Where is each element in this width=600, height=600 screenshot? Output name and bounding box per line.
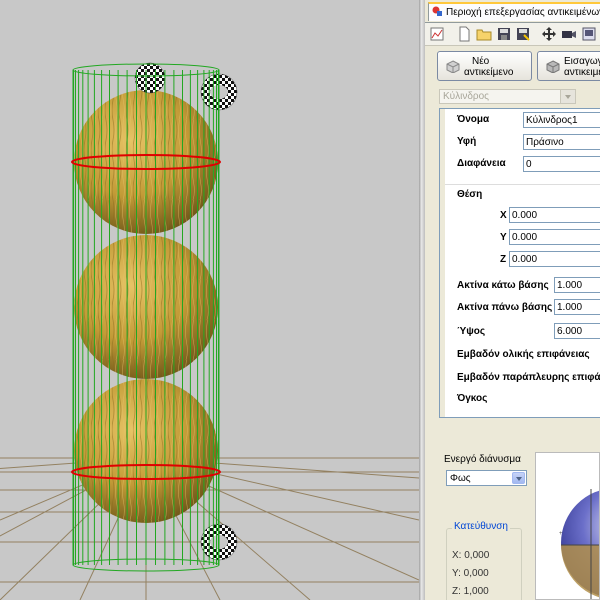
move-icon[interactable] — [541, 26, 557, 42]
transparency-label: Διαφάνεια — [457, 158, 506, 169]
active-vector-select[interactable]: Φως — [446, 470, 527, 486]
height-label: Ύψος — [457, 326, 486, 337]
svg-text:+: + — [559, 531, 563, 537]
new-object-label: Νέο αντικείμενο — [464, 56, 513, 78]
tab-title: Περιοχή επεξεργασίας αντικειμένων — [446, 7, 600, 18]
transparency-field[interactable]: 0 — [523, 156, 600, 172]
total-area-label: Εμβαδόν ολικής επιφάνειας — [457, 349, 590, 360]
bottom-radius-label: Ακτίνα κάτω βάσης — [457, 280, 549, 291]
cube-icon — [446, 60, 460, 73]
top-radius-label: Ακτίνα πάνω βάσης — [457, 302, 553, 313]
save-icon[interactable] — [496, 26, 512, 42]
toolbar — [425, 23, 600, 46]
direction-z: Z: 1,000 — [452, 586, 489, 597]
cube-import-icon — [546, 60, 560, 73]
texture-label: Υφή — [457, 136, 477, 147]
position-label: Θέση — [457, 189, 483, 200]
position-y-field[interactable]: 0.000 — [509, 229, 600, 245]
handle-sphere-top-left — [134, 62, 166, 94]
scene-canvas — [0, 62, 419, 600]
name-label: Όνομα — [457, 114, 490, 125]
properties-grid: Όνομα Κύλινδρος1 Υφή Πράσινο Διαφάνεια 0… — [439, 108, 600, 418]
top-radius-field[interactable]: 1.000 — [554, 299, 600, 315]
bottom-radius-field[interactable]: 1.000 — [554, 277, 600, 293]
chevron-down-icon — [512, 472, 525, 484]
view-icon[interactable] — [581, 26, 597, 42]
direction-title: Κατεύθυνση — [452, 521, 510, 532]
import-label-line2: αντικειμένου — [564, 67, 600, 78]
direction-x: X: 0,000 — [452, 550, 490, 561]
new-file-icon[interactable] — [456, 26, 472, 42]
3d-viewport[interactable] — [0, 0, 419, 600]
direction-y: Y: 0,000 — [452, 568, 489, 579]
import-object-button[interactable]: Εισαγωγή αντικειμένου — [537, 51, 600, 81]
name-field[interactable]: Κύλινδρος1 — [523, 112, 600, 128]
position-y-label: Y — [500, 232, 507, 243]
tab-strip: Περιοχή επεξεργασίας αντικειμένων — [425, 0, 600, 23]
object-type-value: Κύλινδρος — [443, 91, 489, 102]
position-z-label: Z — [500, 254, 507, 265]
camera-icon[interactable] — [561, 26, 577, 42]
volume-label: Όγκος — [457, 393, 488, 404]
active-vector-label: Ενεργό διάνυσμα — [444, 454, 521, 465]
new-object-label-line2: αντικείμενο — [464, 67, 514, 78]
position-z-field[interactable]: 0.000 — [509, 251, 600, 267]
object-type-select[interactable]: Κύλινδρος — [439, 89, 576, 104]
shapes-icon — [432, 6, 442, 16]
tab-object-editor[interactable]: Περιοχή επεξεργασίας αντικειμένων — [428, 2, 600, 21]
section-divider — [445, 184, 600, 185]
light-direction-preview[interactable]: + — [535, 452, 600, 600]
position-x-label: X — [500, 210, 507, 221]
new-object-button[interactable]: Νέο αντικείμενο — [437, 51, 532, 81]
texture-field[interactable]: Πράσινο — [523, 134, 600, 150]
chart-icon[interactable] — [429, 26, 445, 42]
save-as-icon[interactable] — [515, 26, 531, 42]
import-object-label: Εισαγωγή αντικειμένου — [564, 56, 600, 78]
grid-gutter — [440, 109, 445, 417]
chevron-down-icon — [560, 90, 575, 103]
lateral-area-label: Εμβαδόν παράπλευρης επιφάνειας — [457, 372, 600, 383]
object-editor-panel: Περιοχή επεξεργασίας αντικειμένων Νέο αν… — [425, 0, 600, 600]
new-object-label-line1: Νέο — [472, 56, 490, 67]
direction-sphere-icon: + — [559, 489, 599, 599]
height-field[interactable]: 6.000 — [554, 323, 600, 339]
position-x-field[interactable]: 0.000 — [509, 207, 600, 223]
active-vector-value: Φως — [450, 473, 471, 484]
open-folder-icon[interactable] — [476, 26, 492, 42]
import-label-line1: Εισαγωγή — [564, 56, 600, 67]
cylinder-wireframe — [72, 70, 220, 565]
